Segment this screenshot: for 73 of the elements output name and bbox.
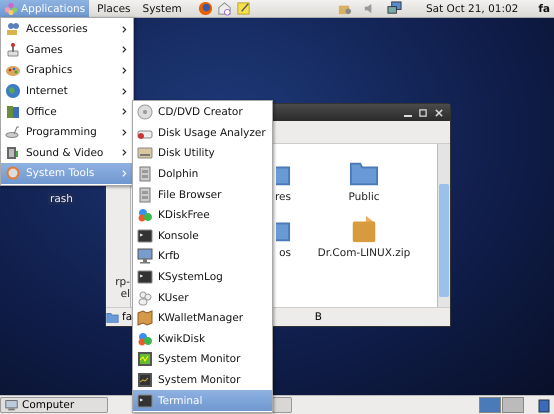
terminal-icon xyxy=(137,269,153,286)
map-icon xyxy=(137,310,153,326)
notepad-icon[interactable] xyxy=(236,1,251,16)
file-label: rp- xyxy=(115,276,130,288)
menu-item[interactable]: Office xyxy=(1,101,133,122)
menu-item[interactable]: KWalletManager xyxy=(133,308,272,329)
scrollbar[interactable] xyxy=(437,144,450,307)
status-text: B xyxy=(314,311,322,323)
menu-item[interactable]: CD/DVD Creator xyxy=(133,102,272,123)
workspace-switcher[interactable] xyxy=(479,397,501,413)
menu-item[interactable]: File Browser xyxy=(133,184,272,205)
panel-menu[interactable]: Places xyxy=(93,0,135,17)
file-label: el xyxy=(120,288,130,300)
tools-icon xyxy=(5,21,21,38)
graph-icon xyxy=(137,351,153,368)
menu-item[interactable]: Krfb xyxy=(133,246,272,267)
user-name[interactable]: fa xyxy=(538,2,550,14)
menu-item[interactable]: Accessories xyxy=(1,19,133,40)
monitor-icon xyxy=(137,248,153,264)
globe-icon xyxy=(5,83,21,100)
menu-item[interactable]: Disk Usage Analyzer xyxy=(133,122,272,144)
flower-icon xyxy=(4,2,18,16)
taskbar-button[interactable]: Computer xyxy=(0,397,108,413)
file-label: Public xyxy=(348,191,380,203)
disc-icon xyxy=(137,104,153,120)
graph-icon xyxy=(137,372,153,388)
file-label: Dr.Com-LINUX.zip xyxy=(318,247,410,259)
menu-item[interactable]: Sound & Video xyxy=(1,142,133,164)
minimize-icon xyxy=(404,114,412,116)
maximize-icon xyxy=(418,108,428,118)
menu-item[interactable]: Disk Utility xyxy=(133,143,272,164)
joystick-icon xyxy=(5,42,21,58)
file-label: os xyxy=(279,247,291,259)
chevron-right-icon xyxy=(120,64,129,76)
shapes-icon xyxy=(137,207,153,224)
terminal-icon xyxy=(137,392,153,409)
panel-menu[interactable]: System xyxy=(138,0,186,17)
people-icon xyxy=(137,290,153,306)
menu-item[interactable]: KwikDisk xyxy=(133,328,272,350)
network-icon[interactable] xyxy=(387,1,402,16)
taskbar-button[interactable] xyxy=(272,397,292,413)
terminal-icon xyxy=(137,228,153,244)
cabinet-icon xyxy=(137,166,153,182)
browser-icon[interactable] xyxy=(198,1,213,16)
menu-item[interactable]: Internet xyxy=(1,80,133,102)
menu-item[interactable]: Konsole xyxy=(133,226,272,246)
menu-item[interactable]: Graphics xyxy=(1,60,133,81)
chevron-right-icon xyxy=(120,106,129,118)
menu-item[interactable]: KDiskFree xyxy=(133,204,272,226)
location-text: fa xyxy=(122,311,132,323)
shapes-icon xyxy=(137,330,153,347)
chevron-right-icon xyxy=(120,44,129,56)
chevron-right-icon xyxy=(120,86,129,97)
cabinet-icon xyxy=(137,186,153,203)
chevron-right-icon xyxy=(120,24,129,35)
chevron-right-icon xyxy=(120,126,129,138)
chevron-right-icon xyxy=(120,168,129,179)
menu-item[interactable]: System Monitor xyxy=(133,349,272,370)
close-icon xyxy=(434,108,444,118)
menu-item[interactable]: Dolphin xyxy=(133,164,272,184)
desktop-icon-label[interactable]: rash xyxy=(48,193,75,205)
folder-icon xyxy=(106,310,119,324)
file-label: res xyxy=(274,191,291,203)
clock[interactable]: Sat Oct 21, 01:02 xyxy=(426,2,518,14)
drive-icon xyxy=(137,145,153,162)
computer-icon xyxy=(5,398,18,412)
menu-item[interactable]: KSystemLog xyxy=(133,266,272,288)
menu-item[interactable]: Games xyxy=(1,40,133,60)
menu-item[interactable]: Programming xyxy=(1,122,133,143)
menu-item[interactable]: KUser xyxy=(133,287,272,308)
workspace-switcher[interactable] xyxy=(502,397,524,413)
chevron-right-icon xyxy=(120,147,129,158)
menu-item[interactable]: System Monitor xyxy=(133,370,272,390)
